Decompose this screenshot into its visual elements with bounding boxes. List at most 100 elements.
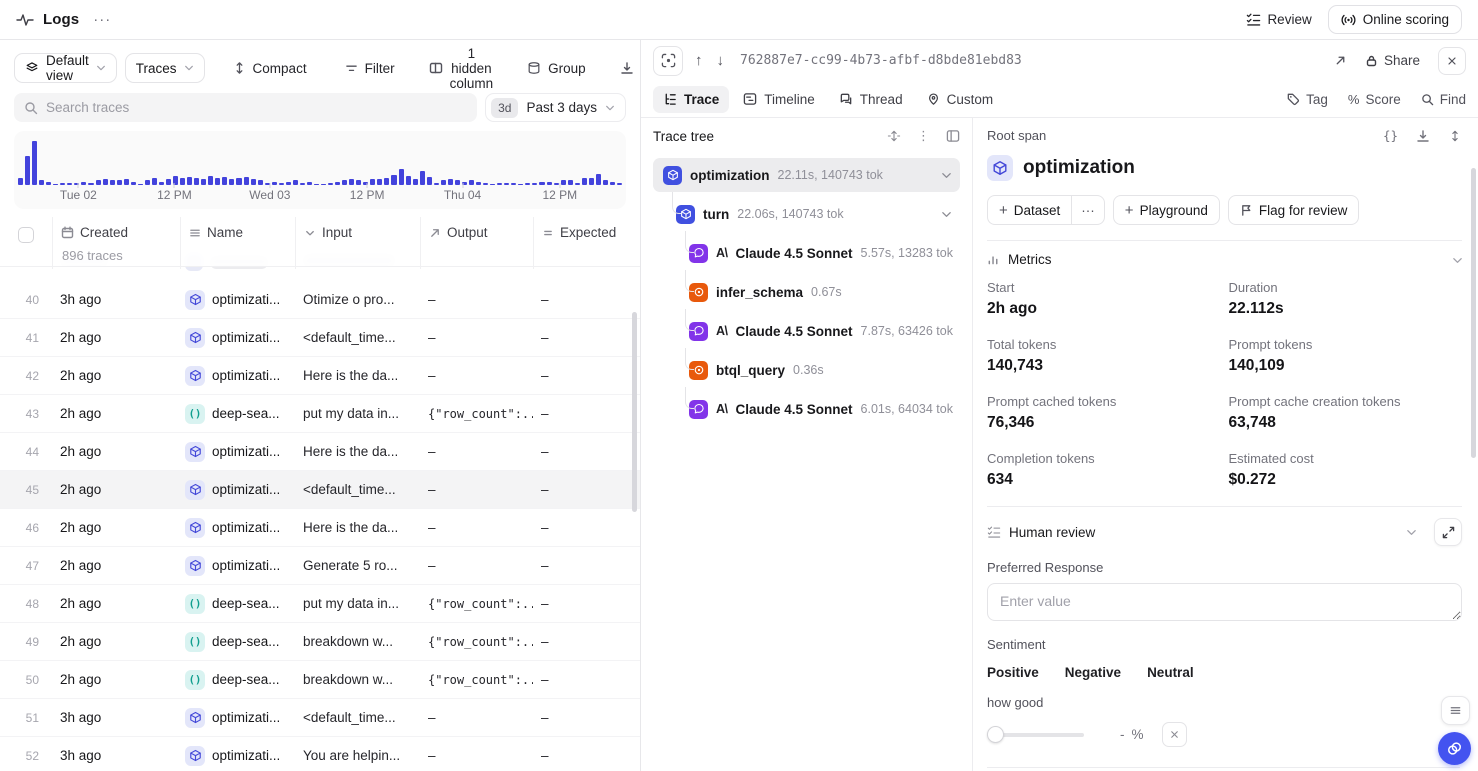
- table-scrollbar[interactable]: [632, 312, 637, 512]
- trace-tree-node[interactable]: A\ optimization 22.11s, 140743 tok: [653, 158, 960, 192]
- table-row[interactable]: 50 2h ago () deep-sea... breakdown w... …: [0, 661, 640, 699]
- row-created: 2h ago: [52, 634, 180, 649]
- column-header-created[interactable]: Created: [61, 225, 172, 240]
- row-output: –: [420, 482, 533, 497]
- top-bar: Logs ··· Review Online scoring: [0, 0, 1478, 40]
- online-scoring-button[interactable]: Online scoring: [1328, 5, 1462, 34]
- page-menu-button[interactable]: ···: [93, 11, 111, 28]
- trace-volume-histogram[interactable]: Tue 0212 PMWed 0312 PMThu 0412 PM: [14, 131, 626, 209]
- unfold-spans-icon[interactable]: [887, 129, 901, 143]
- table-row[interactable]: 51 3h ago () optimizati... <default_time…: [0, 699, 640, 737]
- select-all-checkbox[interactable]: [18, 227, 34, 243]
- tab-thread[interactable]: Thread: [829, 86, 913, 113]
- tab-custom[interactable]: Custom: [917, 86, 1004, 113]
- tab-timeline[interactable]: Timeline: [733, 86, 825, 113]
- score-button[interactable]: % Score: [1348, 92, 1401, 107]
- trace-tree-panel: Trace tree ⋮ A\ optimization 22.11s, 140…: [641, 118, 973, 771]
- view-json-icon[interactable]: {}: [1383, 128, 1398, 143]
- table-row[interactable]: 43 2h ago () deep-sea... put my data in.…: [0, 395, 640, 433]
- time-range-selector[interactable]: 3d Past 3 days: [485, 93, 626, 122]
- calendar-icon: [61, 226, 74, 239]
- trace-tree-node[interactable]: A\ Claude 4.5 Sonnet 5.57s, 13283 tok: [653, 236, 960, 270]
- clear-score-button[interactable]: [1162, 722, 1187, 747]
- filter-button[interactable]: Filter: [333, 53, 407, 83]
- tree-menu-icon[interactable]: ⋮: [917, 128, 930, 144]
- how-good-slider[interactable]: [987, 726, 1084, 744]
- table-row[interactable]: 48 2h ago () deep-sea... put my data in.…: [0, 585, 640, 623]
- span-duration-tokens: 22.06s, 140743 tok: [737, 207, 843, 221]
- column-header-expected[interactable]: Expected: [542, 225, 632, 240]
- slider-thumb[interactable]: [987, 726, 1004, 743]
- share-button[interactable]: Share: [1365, 53, 1420, 68]
- table-row[interactable]: 44 2h ago () optimizati... Here is the d…: [0, 433, 640, 471]
- export-download-icon[interactable]: [608, 53, 646, 83]
- preferred-response-input[interactable]: [987, 583, 1462, 621]
- next-trace-button[interactable]: ↓: [715, 52, 727, 69]
- column-header-name[interactable]: Name: [189, 225, 287, 240]
- focus-span-button[interactable]: [653, 46, 683, 76]
- table-row[interactable]: 41 2h ago () optimizati... <default_time…: [0, 319, 640, 357]
- tab-trace[interactable]: Trace: [653, 86, 729, 113]
- view-selector[interactable]: Default view: [14, 53, 117, 83]
- row-number: 49: [0, 635, 52, 649]
- search-input[interactable]: [46, 100, 467, 115]
- slider-unit: %: [1132, 727, 1144, 742]
- traces-mode-selector[interactable]: Traces: [125, 53, 205, 83]
- row-number: 41: [0, 331, 52, 345]
- floating-menu-button[interactable]: [1441, 696, 1470, 725]
- find-button[interactable]: Find: [1421, 92, 1466, 107]
- table-row[interactable]: 40 3h ago () optimizati... Otimize o pro…: [0, 281, 640, 319]
- search-traces-box[interactable]: [14, 93, 477, 122]
- collapse-node-icon[interactable]: [941, 209, 952, 220]
- trace-tree-node[interactable]: A\ infer_schema 0.67s: [653, 275, 960, 309]
- trace-tree-node[interactable]: A\ turn 22.06s, 140743 tok: [653, 197, 960, 231]
- table-row[interactable]: 42 2h ago () optimizati... Here is the d…: [0, 357, 640, 395]
- sentiment-neutral-button[interactable]: Neutral: [1147, 665, 1194, 680]
- row-created: 3h ago: [52, 748, 180, 763]
- column-icon: [429, 61, 443, 75]
- how-good-label: how good: [987, 695, 1462, 710]
- function-paren-icon: (): [185, 670, 205, 690]
- sentiment-positive-button[interactable]: Positive: [987, 665, 1039, 680]
- plus-icon: +: [1125, 203, 1134, 218]
- close-panel-button[interactable]: [1438, 47, 1466, 75]
- add-to-dataset-button[interactable]: + Dataset: [987, 195, 1071, 225]
- hidden-column-button[interactable]: 1 hidden column: [417, 53, 506, 83]
- app-brand: Logs: [16, 11, 79, 29]
- collapse-metrics-icon[interactable]: [1452, 255, 1462, 265]
- table-row[interactable]: 52 3h ago () optimizati... You are helpi…: [0, 737, 640, 771]
- add-to-playground-button[interactable]: + Playground: [1113, 195, 1220, 225]
- row-number: 46: [0, 521, 52, 535]
- expand-human-review-button[interactable]: [1434, 518, 1462, 546]
- table-row[interactable]: 45 2h ago () optimizati... <default_time…: [0, 471, 640, 509]
- compact-toggle-button[interactable]: Compact: [221, 53, 319, 83]
- column-header-output[interactable]: Output: [429, 225, 525, 240]
- group-button[interactable]: Group: [515, 53, 598, 83]
- expand-span-icon[interactable]: [1448, 129, 1462, 143]
- metric: Prompt cache creation tokens 63,748: [1229, 394, 1463, 432]
- open-full-screen-icon[interactable]: [1334, 54, 1347, 67]
- previous-trace-button[interactable]: ↑: [693, 52, 705, 69]
- download-span-icon[interactable]: [1416, 129, 1430, 143]
- collapse-human-review-icon[interactable]: [1406, 527, 1416, 537]
- panel-scrollbar[interactable]: [1471, 168, 1476, 458]
- table-row[interactable]: 46 2h ago () optimizati... Here is the d…: [0, 509, 640, 547]
- flag-for-review-button[interactable]: Flag for review: [1228, 195, 1360, 225]
- dataset-more-button[interactable]: ···: [1071, 195, 1105, 225]
- column-header-input[interactable]: Input: [304, 225, 412, 240]
- trace-tree-node[interactable]: A\ Claude 4.5 Sonnet 7.87s, 63426 tok: [653, 314, 960, 348]
- sentiment-negative-button[interactable]: Negative: [1065, 665, 1121, 680]
- trace-tree-node[interactable]: A\ btql_query 0.36s: [653, 353, 960, 387]
- span-cube-icon: [185, 442, 205, 462]
- logs-pulse-icon: [16, 11, 34, 29]
- metric: Prompt tokens 140,109: [1229, 337, 1463, 375]
- collapse-panel-icon[interactable]: [946, 129, 960, 143]
- filter-lines-icon: [345, 62, 358, 75]
- assistant-fab-button[interactable]: [1438, 732, 1471, 765]
- tag-button[interactable]: Tag: [1286, 92, 1328, 107]
- review-button[interactable]: Review: [1246, 12, 1311, 27]
- table-row[interactable]: 47 2h ago () optimizati... Generate 5 ro…: [0, 547, 640, 585]
- collapse-node-icon[interactable]: [941, 170, 952, 181]
- table-row[interactable]: 49 2h ago () deep-sea... breakdown w... …: [0, 623, 640, 661]
- trace-tree-node[interactable]: A\ Claude 4.5 Sonnet 6.01s, 64034 tok: [653, 392, 960, 426]
